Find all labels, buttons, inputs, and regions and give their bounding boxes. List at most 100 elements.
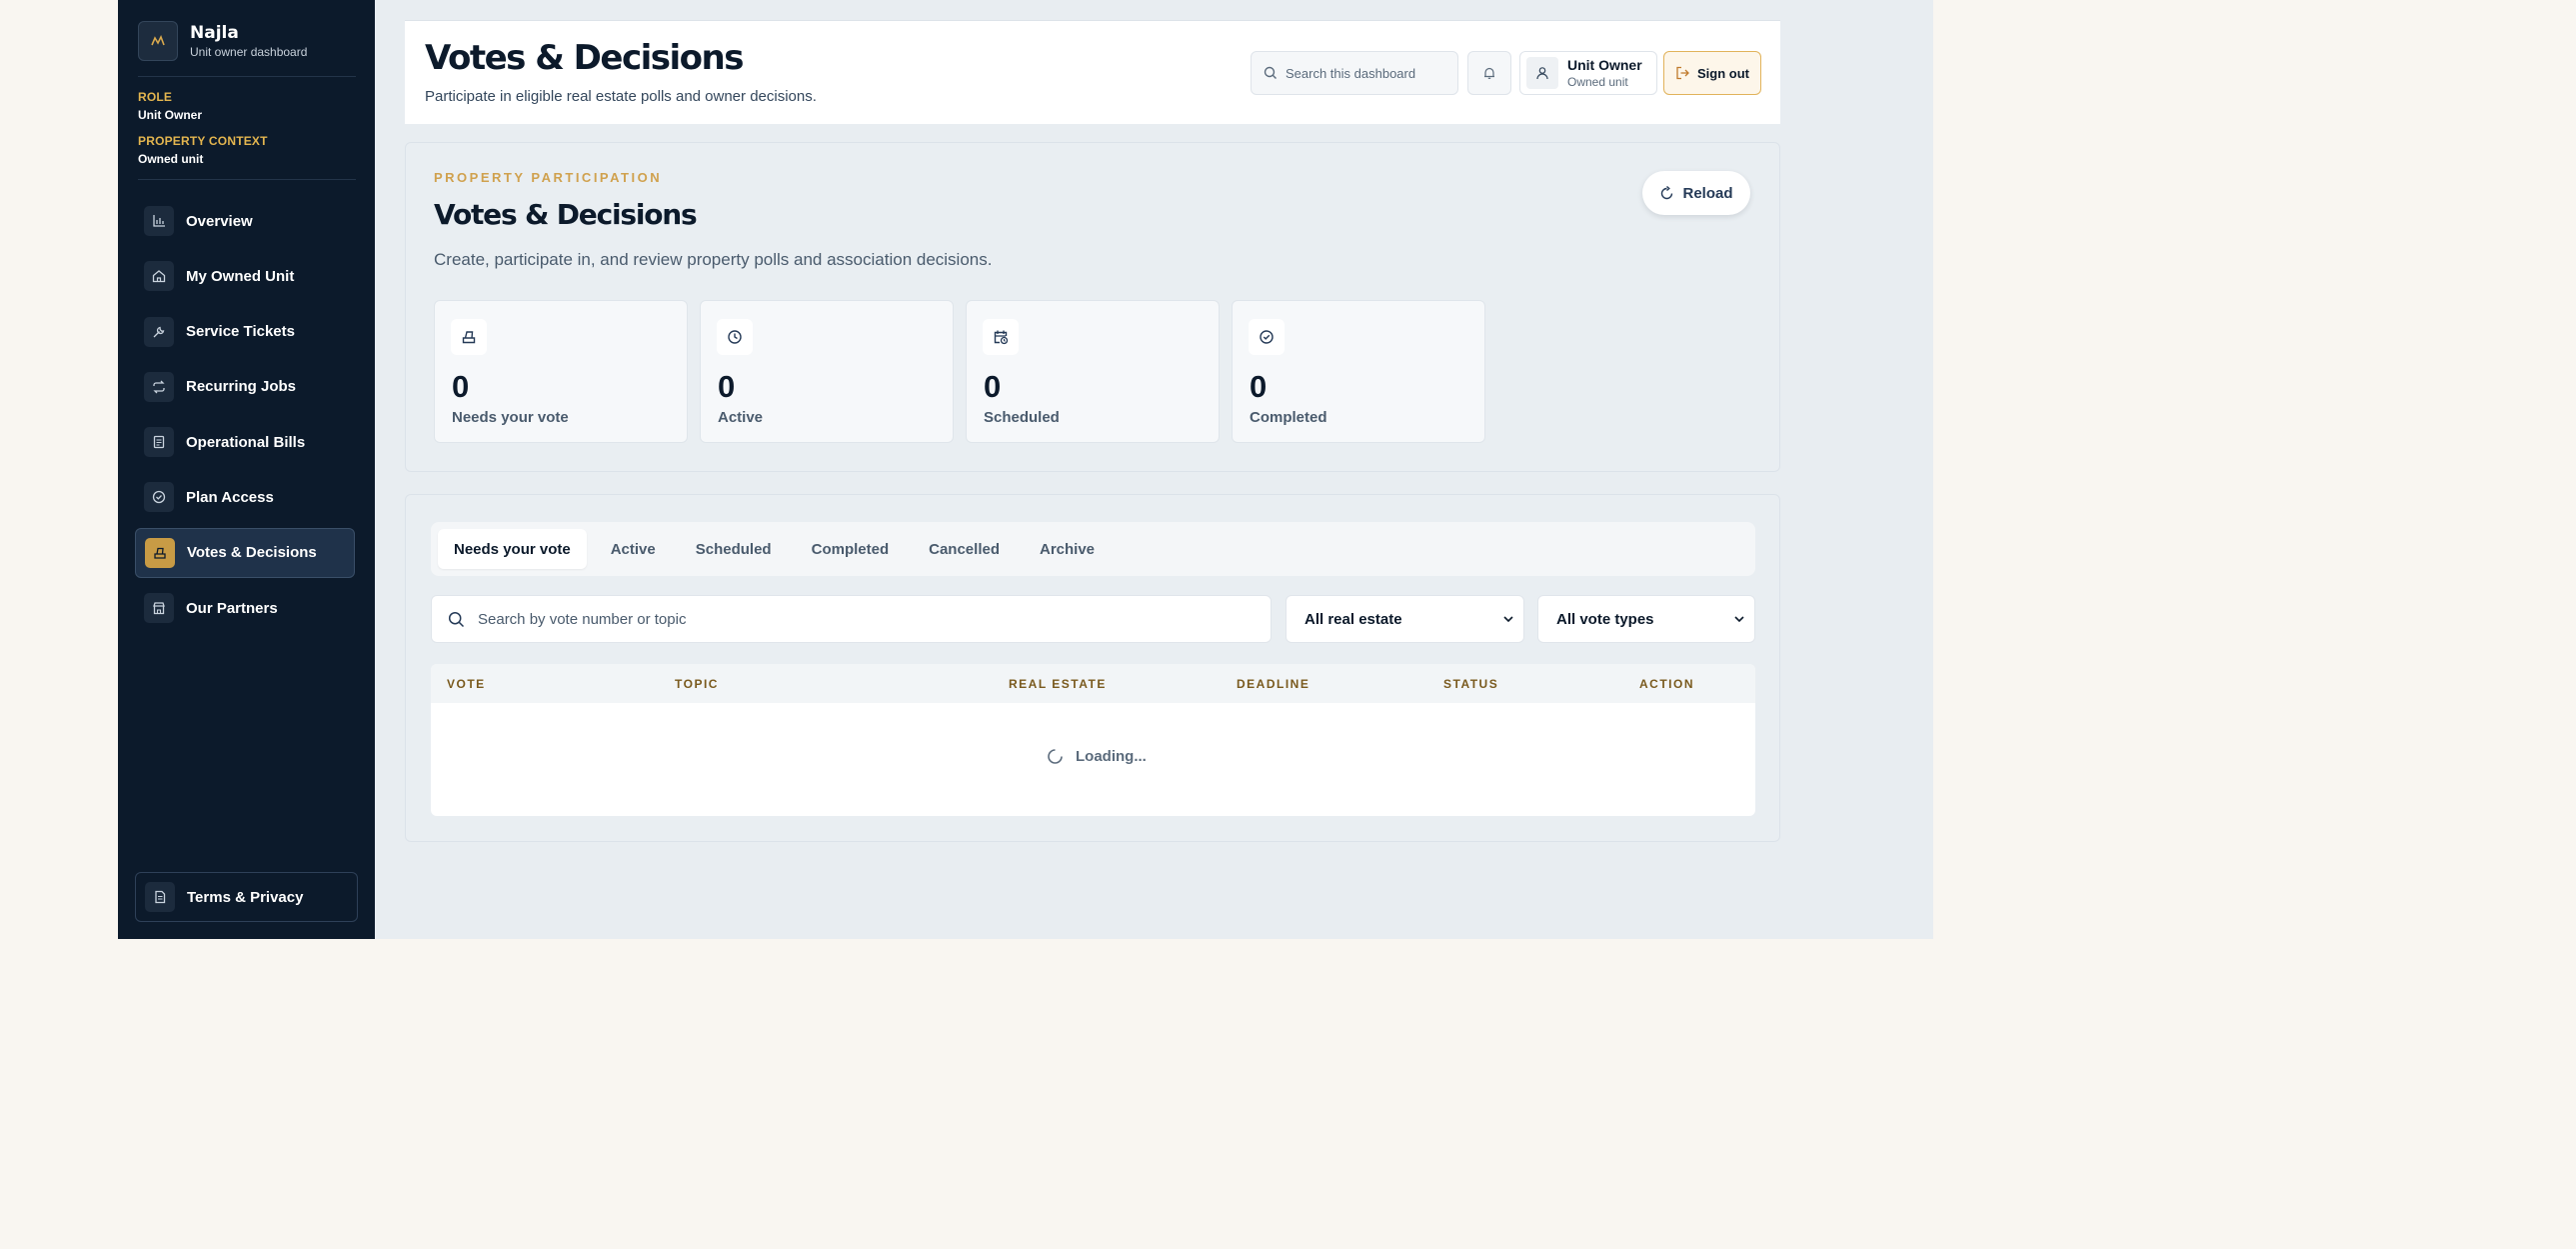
sidebar-divider <box>138 179 356 180</box>
sidebar-item-label: Terms & Privacy <box>187 888 304 906</box>
tab-cancelled[interactable]: Cancelled <box>913 529 1016 569</box>
real-estate-select-value: All real estate <box>1304 610 1402 628</box>
sidebar-item-operational-bills[interactable]: Operational Bills <box>135 417 355 467</box>
vote-search-input[interactable]: Search by vote number or topic <box>431 595 1272 643</box>
search-icon <box>1264 66 1278 80</box>
stat-card-active[interactable]: 0 Active <box>700 300 954 443</box>
sign-out-label: Sign out <box>1697 65 1749 81</box>
property-label: PROPERTY CONTEXT <box>138 134 268 148</box>
sidebar-item-my-owned-unit[interactable]: My Owned Unit <box>135 251 355 301</box>
ballot-box-icon <box>145 537 175 568</box>
stat-card-completed[interactable]: 0 Completed <box>1232 300 1485 443</box>
stat-value: 0 <box>1250 369 1268 404</box>
brand-name: Najla <box>190 23 239 43</box>
sidebar-item-recurring-jobs[interactable]: Recurring Jobs <box>135 362 355 412</box>
tab-completed[interactable]: Completed <box>796 529 906 569</box>
wrench-icon <box>144 316 174 347</box>
loading-text: Loading... <box>1076 748 1147 765</box>
sidebar-item-overview[interactable]: Overview <box>135 196 355 246</box>
column-header-deadline[interactable]: DEADLINE <box>1237 677 1309 691</box>
role-context: ROLE Unit Owner <box>138 90 202 122</box>
column-header-vote[interactable]: VOTE <box>447 677 486 691</box>
column-header-status[interactable]: STATUS <box>1443 677 1498 691</box>
chevron-down-icon <box>1501 612 1515 626</box>
search-icon <box>448 611 465 628</box>
loading-indicator: Loading... <box>1047 748 1147 765</box>
sidebar-item-label: My Owned Unit <box>186 267 295 285</box>
stat-value: 0 <box>718 369 736 404</box>
sidebar-nav: Overview My Owned Unit Service Tickets R… <box>135 196 355 638</box>
sidebar-divider <box>138 76 356 77</box>
user-role: Owned unit <box>1567 75 1628 89</box>
section-title: Votes & Decisions <box>434 198 698 231</box>
votes-table: VOTE TOPIC REAL ESTATE DEADLINE STATUS A… <box>431 664 1755 816</box>
page-title: Votes & Decisions <box>425 38 744 78</box>
page-subtitle: Participate in eligible real estate poll… <box>425 88 817 105</box>
votes-list-card: Needs your vote Active Scheduled Complet… <box>405 494 1780 842</box>
stat-card-scheduled[interactable]: 0 Scheduled <box>966 300 1220 443</box>
bar-chart-icon <box>144 206 174 236</box>
chevron-down-icon <box>1732 612 1746 626</box>
bell-icon <box>1482 66 1496 80</box>
role-value: Unit Owner <box>138 108 203 122</box>
column-header-topic[interactable]: TOPIC <box>675 677 719 691</box>
tab-scheduled[interactable]: Scheduled <box>680 529 788 569</box>
sidebar-item-our-partners[interactable]: Our Partners <box>135 583 355 633</box>
property-value: Owned unit <box>138 152 204 166</box>
sign-out-icon <box>1675 66 1690 80</box>
tab-active[interactable]: Active <box>595 529 672 569</box>
stat-label: Active <box>718 409 764 426</box>
sidebar-item-terms-privacy[interactable]: Terms & Privacy <box>135 872 358 922</box>
stat-label: Scheduled <box>984 409 1060 426</box>
user-menu[interactable]: Unit Owner Owned unit <box>1519 51 1657 95</box>
repeat-icon <box>144 371 174 402</box>
page-header: Votes & Decisions Participate in eligibl… <box>405 20 1780 124</box>
sidebar-item-label: Plan Access <box>186 488 274 506</box>
calendar-clock-icon <box>983 319 1019 355</box>
home-icon <box>144 261 174 292</box>
stat-card-needs-your-vote[interactable]: 0 Needs your vote <box>434 300 688 443</box>
sidebar-item-votes-decisions[interactable]: Votes & Decisions <box>135 527 355 578</box>
check-circle-icon <box>144 482 174 513</box>
clock-icon <box>717 319 753 355</box>
role-label: ROLE <box>138 90 173 104</box>
stat-value: 0 <box>452 369 470 404</box>
stat-label: Needs your vote <box>452 409 569 426</box>
column-header-real-estate[interactable]: REAL ESTATE <box>1009 677 1107 691</box>
tab-archive[interactable]: Archive <box>1024 529 1111 569</box>
app-shell: Najla Unit owner dashboard ROLE Unit Own… <box>118 0 1933 939</box>
stat-value: 0 <box>984 369 1002 404</box>
sidebar-item-service-tickets[interactable]: Service Tickets <box>135 307 355 357</box>
search-placeholder: Search this dashboard <box>1286 65 1416 81</box>
notifications-button[interactable] <box>1467 51 1511 95</box>
real-estate-select[interactable]: All real estate <box>1286 595 1524 643</box>
section-eyebrow: PROPERTY PARTICIPATION <box>434 170 663 185</box>
brand-subtitle: Unit owner dashboard <box>190 45 308 59</box>
user-name: Unit Owner <box>1567 57 1642 73</box>
reload-button[interactable]: Reload <box>1642 171 1750 215</box>
sidebar-item-plan-access[interactable]: Plan Access <box>135 472 355 522</box>
store-icon <box>144 593 174 624</box>
stat-label: Completed <box>1250 409 1327 426</box>
spinner-icon <box>1047 748 1064 765</box>
sidebar-item-label: Our Partners <box>186 599 278 617</box>
sidebar-item-label: Operational Bills <box>186 433 306 451</box>
sign-out-button[interactable]: Sign out <box>1663 51 1761 95</box>
vote-type-select[interactable]: All vote types <box>1537 595 1755 643</box>
sidebar-item-label: Recurring Jobs <box>186 378 297 396</box>
brand[interactable]: Najla Unit owner dashboard <box>138 21 307 61</box>
sidebar: Najla Unit owner dashboard ROLE Unit Own… <box>118 0 375 939</box>
vote-type-select-value: All vote types <box>1556 610 1654 628</box>
sidebar-item-label: Overview <box>186 212 253 230</box>
ballot-box-icon <box>451 319 487 355</box>
column-header-action[interactable]: ACTION <box>1639 677 1694 691</box>
sidebar-item-label: Service Tickets <box>186 323 295 341</box>
brand-logo-icon <box>138 21 178 61</box>
votes-summary-card: PROPERTY PARTICIPATION Votes & Decisions… <box>405 142 1780 472</box>
table-header: VOTE TOPIC REAL ESTATE DEADLINE STATUS A… <box>431 664 1755 703</box>
property-context: PROPERTY CONTEXT Owned unit <box>138 134 268 166</box>
user-icon <box>1526 57 1558 89</box>
section-subtitle: Create, participate in, and review prope… <box>434 250 993 269</box>
dashboard-search-input[interactable]: Search this dashboard <box>1251 51 1458 95</box>
tab-needs-your-vote[interactable]: Needs your vote <box>438 529 587 569</box>
